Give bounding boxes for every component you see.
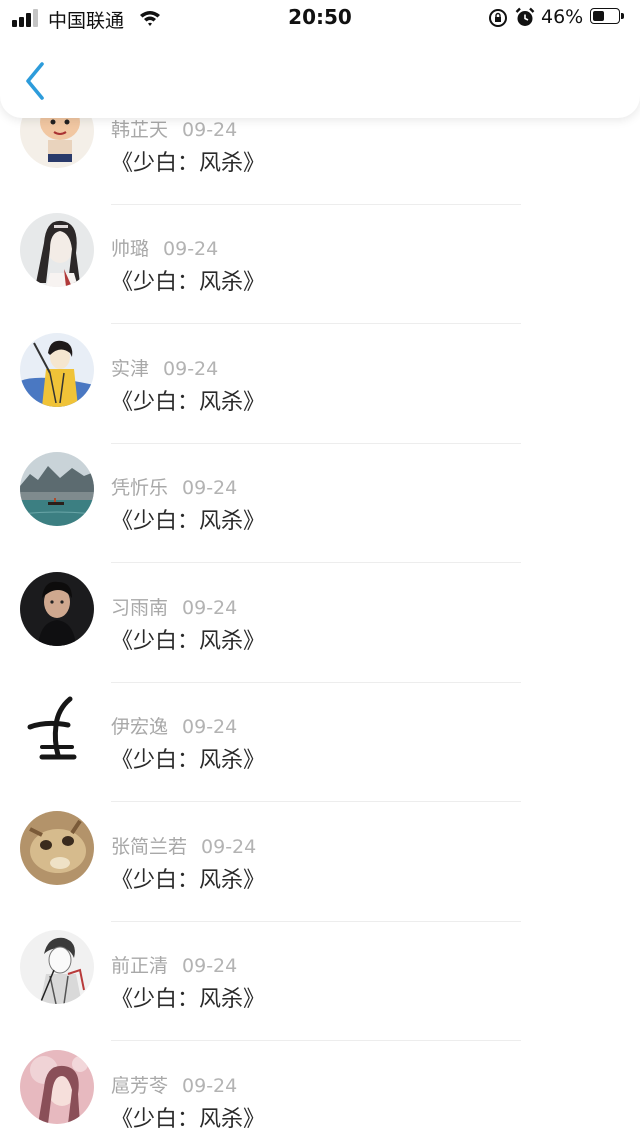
row-divider: [111, 801, 521, 802]
comment-date: 09-24: [182, 955, 238, 977]
comment-row[interactable]: 扈芳苓 09-24 《少白：风杀》: [0, 1046, 640, 1138]
comment-date: 09-24: [163, 238, 219, 260]
comment-date: 09-24: [182, 118, 238, 141]
battery-icon: [590, 8, 624, 26]
comment-row[interactable]: 伊宏逸 09-24 《少白：风杀》: [0, 687, 640, 807]
row-divider: [111, 323, 521, 324]
comment-text: 《少白：风杀》: [111, 389, 266, 415]
username[interactable]: 实津: [111, 358, 149, 380]
comment-row[interactable]: 前正清 09-24 《少白：风杀》: [0, 926, 640, 1046]
username[interactable]: 伊宏逸: [111, 716, 168, 738]
comment-meta: 张简兰若 09-24: [111, 832, 256, 859]
row-divider: [111, 1040, 521, 1041]
row-divider: [111, 920, 521, 922]
chevron-left-icon: [26, 62, 44, 100]
avatar[interactable]: [20, 571, 94, 646]
rotation-lock-icon: [489, 9, 507, 27]
comment-meta: 韩芷天 09-24: [111, 115, 237, 142]
comment-text: 《少白：风杀》: [111, 748, 266, 773]
username[interactable]: 前正清: [111, 955, 168, 977]
comment-row[interactable]: 帅璐 09-24 《少白：风杀》: [0, 209, 640, 329]
comment-date: 09-24: [182, 477, 238, 499]
comment-row[interactable]: 凭忻乐 09-24 《少白：风杀》: [0, 448, 640, 568]
comment-row[interactable]: 习雨南 09-24 《少白：风杀》: [0, 568, 640, 688]
comment-date: 09-24: [182, 596, 238, 619]
row-divider: [111, 681, 521, 683]
battery-percent: 46%: [541, 6, 584, 28]
comment-meta: 扈芳苓 09-24: [111, 1071, 237, 1098]
comment-date: 09-24: [163, 357, 219, 380]
comment-date: 09-24: [182, 1074, 238, 1097]
alarm-icon: [515, 7, 535, 26]
username[interactable]: 凭忻乐: [111, 477, 168, 499]
comment-text: 《少白：风杀》: [111, 1106, 266, 1132]
back-button[interactable]: [18, 60, 54, 102]
comment-text: 《少白：风杀》: [111, 509, 266, 534]
username[interactable]: 张简兰若: [111, 836, 187, 858]
username[interactable]: 习雨南: [111, 597, 168, 619]
avatar[interactable]: [20, 332, 94, 407]
comment-list[interactable]: 韩芷天 09-24 《少白：风杀》 帅璐 09-24 《少白：风杀》 实津 09-24 《少白：…: [0, 0, 640, 1138]
avatar[interactable]: [20, 691, 94, 765]
comment-list-page: 韩芷天 09-24 《少白：风杀》 帅璐 09-24 《少白：风杀》 实津 09-24 《少白：…: [0, 0, 640, 1138]
avatar[interactable]: [20, 452, 94, 526]
username[interactable]: 帅璐: [111, 238, 149, 260]
avatar[interactable]: [20, 213, 94, 287]
comment-row[interactable]: 张简兰若 09-24 《少白：风杀》: [0, 807, 640, 927]
comment-date: 09-24: [182, 716, 238, 738]
avatar[interactable]: [20, 810, 94, 885]
comment-text: 《少白：风杀》: [111, 987, 266, 1012]
username[interactable]: 韩芷天: [111, 119, 168, 141]
comment-meta: 习雨南 09-24: [111, 593, 237, 620]
row-divider: [111, 442, 521, 444]
comment-meta: 实津 09-24: [111, 354, 218, 381]
nav-header: 中国联通 20:50 46%: [0, 0, 640, 118]
comment-meta: 前正清 09-24: [111, 951, 237, 978]
comment-row[interactable]: 实津 09-24 《少白：风杀》: [0, 329, 640, 449]
comment-meta: 凭忻乐 09-24: [111, 473, 237, 500]
row-divider: [111, 562, 521, 563]
comment-meta: 帅璐 09-24: [111, 234, 218, 261]
comment-meta: 伊宏逸 09-24: [111, 712, 237, 739]
username[interactable]: 扈芳苓: [111, 1075, 168, 1097]
comment-text: 《少白：风杀》: [111, 150, 266, 176]
avatar[interactable]: [20, 1049, 94, 1124]
comment-text: 《少白：风杀》: [111, 628, 266, 654]
comment-text: 《少白：风杀》: [111, 270, 266, 295]
status-bar: 中国联通 20:50 46%: [0, 0, 640, 36]
avatar[interactable]: [20, 930, 94, 1004]
comment-text: 《少白：风杀》: [111, 867, 266, 893]
comment-date: 09-24: [201, 835, 257, 858]
row-divider: [111, 203, 521, 205]
